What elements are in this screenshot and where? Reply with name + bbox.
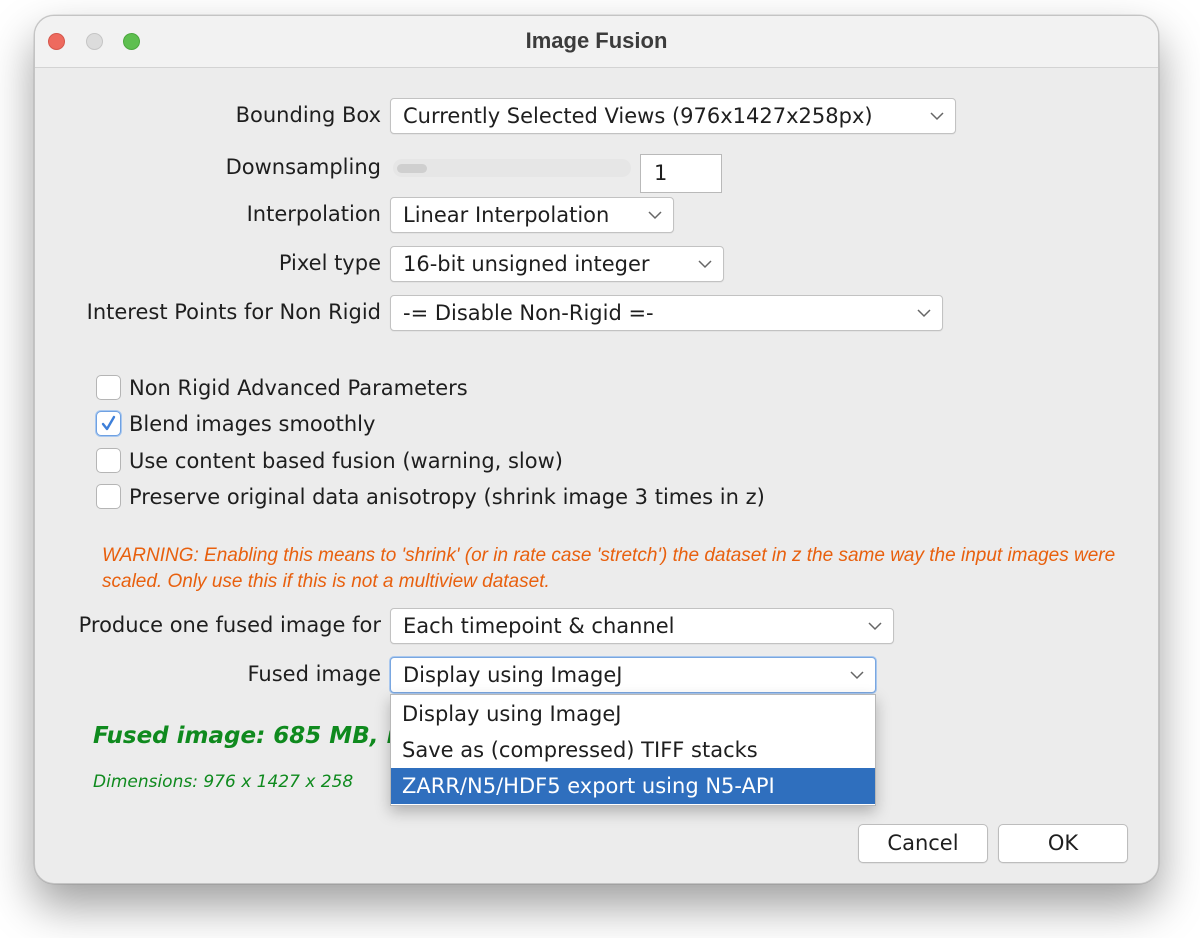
content-based-fusion-checkbox[interactable]: [96, 448, 121, 473]
downsampling-slider[interactable]: [393, 159, 631, 177]
dropdown-option-display-imagej[interactable]: Display using ImageJ: [391, 696, 875, 732]
bounding-box-label: Bounding Box: [235, 103, 381, 127]
title-bar: Image Fusion: [35, 16, 1158, 68]
non-rigid-advanced-label: Non Rigid Advanced Parameters: [129, 376, 468, 400]
content-based-fusion-label: Use content based fusion (warning, slow): [129, 449, 563, 473]
fused-image-label: Fused image: [247, 662, 381, 686]
dropdown-option-zarr-n5-hdf5[interactable]: ZARR/N5/HDF5 export using N5-API: [391, 768, 875, 804]
chevron-down-icon: [850, 671, 864, 680]
ok-button[interactable]: OK: [998, 824, 1128, 863]
fused-image-size-text: Fused image: 685 MB, r: [93, 723, 398, 749]
chevron-down-icon: [868, 622, 882, 631]
chevron-down-icon: [648, 211, 662, 220]
pixel-type-value: 16-bit unsigned integer: [403, 252, 650, 276]
downsampling-slider-thumb[interactable]: [397, 164, 427, 173]
dimensions-text: Dimensions: 976 x 1427 x 258: [93, 772, 354, 792]
fused-image-dropdown-list: Display using ImageJ Save as (compressed…: [390, 694, 876, 806]
interpolation-select[interactable]: Linear Interpolation: [390, 197, 674, 233]
fused-image-select[interactable]: Display using ImageJ: [390, 657, 876, 693]
interpolation-label: Interpolation: [246, 202, 381, 226]
bounding-box-select[interactable]: Currently Selected Views (976x1427x258px…: [390, 98, 956, 134]
cancel-button[interactable]: Cancel: [858, 824, 988, 863]
interest-points-label: Interest Points for Non Rigid: [86, 300, 381, 324]
window-title: Image Fusion: [525, 28, 668, 53]
anisotropy-warning-text: WARNING: Enabling this means to 'shrink'…: [102, 545, 1116, 592]
preserve-anisotropy-label: Preserve original data anisotropy (shrin…: [129, 485, 765, 509]
blend-smoothly-label: Blend images smoothly: [129, 412, 376, 436]
image-fusion-dialog: Image Fusion Bounding Box Currently Sele…: [34, 15, 1159, 884]
interpolation-value: Linear Interpolation: [403, 203, 610, 227]
produce-for-value: Each timepoint & channel: [403, 614, 675, 638]
non-rigid-advanced-checkbox[interactable]: [96, 375, 121, 400]
chevron-down-icon: [917, 309, 931, 318]
chevron-down-icon: [930, 112, 944, 121]
downsampling-label: Downsampling: [225, 155, 381, 179]
downsampling-input[interactable]: 1: [640, 154, 722, 193]
dropdown-option-save-tiff[interactable]: Save as (compressed) TIFF stacks: [391, 732, 875, 768]
chevron-down-icon: [698, 260, 712, 269]
fused-image-value: Display using ImageJ: [403, 663, 623, 687]
blend-smoothly-checkbox[interactable]: [96, 411, 121, 436]
bounding-box-value: Currently Selected Views (976x1427x258px…: [403, 104, 873, 128]
checkmark-icon: [101, 415, 116, 431]
produce-for-select[interactable]: Each timepoint & channel: [390, 608, 894, 644]
interest-points-select[interactable]: -= Disable Non-Rigid =-: [390, 295, 943, 331]
preserve-anisotropy-checkbox[interactable]: [96, 484, 121, 509]
produce-for-label: Produce one fused image for: [78, 613, 381, 637]
pixel-type-label: Pixel type: [278, 251, 381, 275]
pixel-type-select[interactable]: 16-bit unsigned integer: [390, 246, 724, 282]
interest-points-value: -= Disable Non-Rigid =-: [403, 301, 654, 325]
